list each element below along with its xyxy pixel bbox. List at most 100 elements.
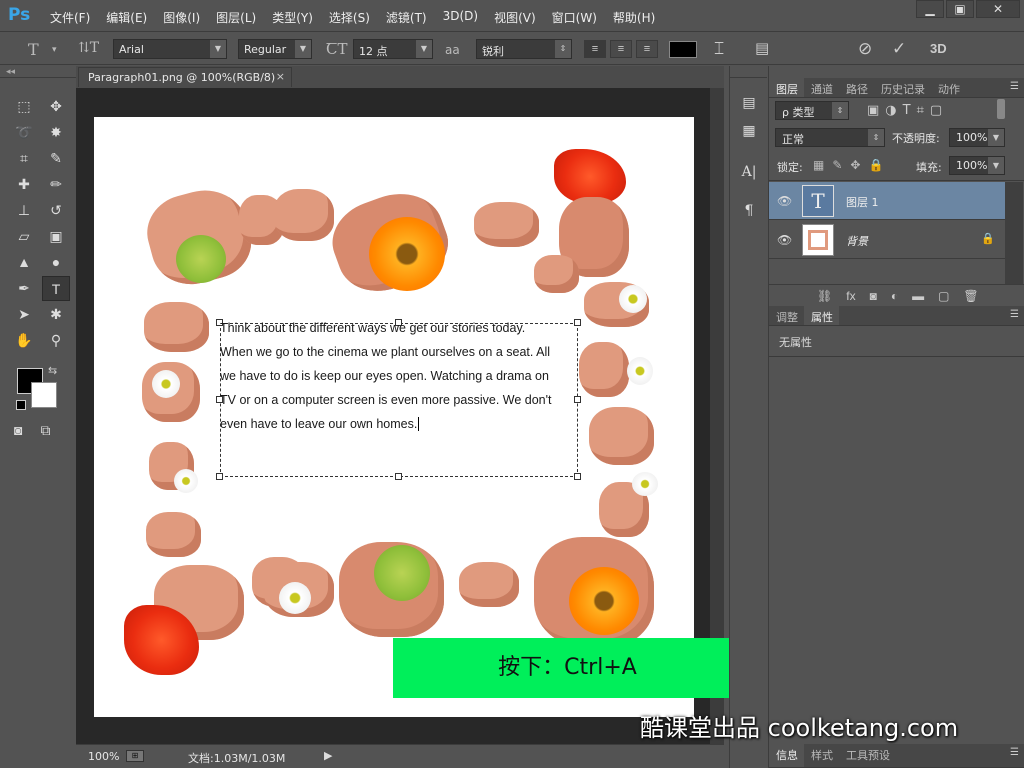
background-color-swatch[interactable]: [31, 382, 57, 408]
text-color-swatch[interactable]: [669, 41, 697, 58]
menu-type[interactable]: 类型(Y): [272, 9, 313, 26]
tool-preset-arrow-icon[interactable]: ▾: [52, 45, 57, 55]
status-menu-arrow-icon[interactable]: ▶: [324, 749, 332, 762]
close-button[interactable]: ✕: [976, 0, 1020, 18]
menu-layer[interactable]: 图层(L): [216, 9, 256, 26]
layer-row-text[interactable]: 👁 T 图层 1: [769, 182, 1005, 220]
character-panel-icon[interactable]: ▤: [755, 39, 769, 57]
tab-styles[interactable]: 样式: [804, 744, 839, 767]
menu-select[interactable]: 选择(S): [329, 9, 370, 26]
lasso-tool-icon[interactable]: ➰: [10, 120, 38, 145]
minimize-button[interactable]: ▁: [916, 0, 944, 18]
opacity-input[interactable]: 100% ▼: [949, 128, 1005, 147]
layers-scrollbar[interactable]: [1005, 182, 1023, 284]
menu-filter[interactable]: 滤镜(T): [386, 9, 427, 26]
pen-tool-icon[interactable]: ✒: [10, 276, 38, 301]
eraser-tool-icon[interactable]: ▱: [10, 224, 38, 249]
resize-handle[interactable]: [216, 473, 223, 480]
link-layers-icon[interactable]: ⛓: [817, 289, 832, 306]
panel-grip[interactable]: [730, 66, 767, 78]
quick-mask-icon[interactable]: ◙: [14, 422, 22, 439]
shape-tool-icon[interactable]: ✱: [42, 302, 70, 327]
text-orientation-icon[interactable]: ⇅T: [78, 40, 99, 56]
history-brush-tool-icon[interactable]: ↺: [42, 198, 70, 223]
filter-toggle[interactable]: [997, 99, 1005, 119]
adjustment-layer-icon[interactable]: ◐: [891, 289, 898, 306]
magic-wand-tool-icon[interactable]: ✸: [42, 120, 70, 145]
image-canvas[interactable]: Think about the different ways we get ou…: [94, 117, 694, 717]
hand-tool-icon[interactable]: ✋: [10, 328, 38, 353]
tab-info[interactable]: 信息: [769, 744, 804, 767]
cancel-icon[interactable]: ⊘: [858, 39, 872, 59]
menu-edit[interactable]: 编辑(E): [106, 9, 147, 26]
resize-handle[interactable]: [395, 473, 402, 480]
history-panel-icon[interactable]: ▤: [736, 92, 762, 114]
add-mask-icon[interactable]: ◙: [870, 289, 877, 306]
tab-layers[interactable]: 图层: [769, 78, 804, 97]
panel-grip[interactable]: ◂◂: [0, 66, 76, 78]
paragraph-panel-icon[interactable]: ¶: [736, 200, 762, 222]
paragraph-text[interactable]: Think about the different ways we get ou…: [220, 316, 582, 436]
3d-icon[interactable]: 3D: [930, 41, 947, 56]
menu-window[interactable]: 窗口(W): [552, 9, 597, 26]
commit-check-icon[interactable]: ✓: [892, 39, 906, 59]
close-tab-icon[interactable]: ×: [276, 70, 285, 83]
lock-options-icons[interactable]: ▦✎✥🔒: [813, 158, 891, 172]
swap-colors-icon[interactable]: ⇆: [48, 364, 57, 377]
font-family-select[interactable]: Arial ▼: [113, 39, 227, 59]
document-tab[interactable]: Paragraph01.png @ 100%(RGB/8) ×: [78, 67, 292, 87]
menu-file[interactable]: 文件(F): [50, 9, 90, 26]
visibility-eye-icon[interactable]: 👁: [777, 194, 792, 208]
clone-stamp-tool-icon[interactable]: ⊥: [10, 198, 38, 223]
layer-kind-filter[interactable]: ρ 类型 ⇕: [775, 101, 849, 120]
screen-mode-icon[interactable]: ⧉: [40, 422, 50, 439]
notes-panel-icon[interactable]: ▦: [736, 120, 762, 142]
marquee-tool-icon[interactable]: ⬚: [10, 94, 38, 119]
dodge-tool-icon[interactable]: ●: [42, 250, 70, 275]
blend-mode-select[interactable]: 正常 ⇕: [775, 128, 885, 147]
align-center-icon[interactable]: ≡: [610, 40, 632, 58]
antialias-select[interactable]: 锐利 ⇕: [476, 39, 572, 59]
panel-menu-icon[interactable]: ☰: [1010, 81, 1019, 92]
menu-3d[interactable]: 3D(D): [443, 9, 478, 26]
tab-tool-presets[interactable]: 工具预设: [839, 744, 896, 767]
layer-name[interactable]: 图层 1: [846, 194, 879, 210]
eyedropper-tool-icon[interactable]: ✎: [42, 146, 70, 171]
brush-tool-icon[interactable]: ✏: [42, 172, 70, 197]
maximize-button[interactable]: ▣: [946, 0, 974, 18]
layer-row-background[interactable]: 👁 背景 🔒: [769, 221, 1005, 259]
panel-menu-icon[interactable]: ☰: [1010, 309, 1019, 320]
type-tool-icon[interactable]: T: [28, 40, 39, 59]
default-colors-icon[interactable]: [16, 400, 26, 410]
layer-filter-icons[interactable]: ▣◑T⌗▢: [867, 103, 948, 118]
tab-properties[interactable]: 属性: [804, 306, 839, 325]
menu-help[interactable]: 帮助(H): [613, 9, 655, 26]
tab-history[interactable]: 历史记录: [874, 78, 931, 97]
gradient-tool-icon[interactable]: ▣: [42, 224, 70, 249]
healing-brush-tool-icon[interactable]: ✚: [10, 172, 38, 197]
tab-channels[interactable]: 通道: [804, 78, 839, 97]
warp-text-icon[interactable]: ⌶: [714, 39, 724, 59]
blur-tool-icon[interactable]: ▲: [10, 250, 38, 275]
panel-menu-icon[interactable]: ☰: [1010, 747, 1019, 758]
new-group-icon[interactable]: ▬: [912, 289, 924, 306]
character-panel-icon[interactable]: A|: [736, 161, 762, 183]
new-layer-icon[interactable]: ▢: [938, 289, 949, 306]
crop-tool-icon[interactable]: ⌗: [10, 146, 38, 171]
align-left-icon[interactable]: ≡: [584, 40, 606, 58]
tab-adjustments[interactable]: 调整: [769, 306, 804, 325]
delete-layer-icon[interactable]: 🗑: [963, 289, 978, 306]
layer-name[interactable]: 背景: [846, 233, 868, 249]
menu-view[interactable]: 视图(V): [494, 9, 536, 26]
font-size-select[interactable]: 12 点 ▼: [353, 39, 433, 59]
zoom-preview-icon[interactable]: ⊞: [126, 750, 144, 762]
font-style-select[interactable]: Regular ▼: [238, 39, 312, 59]
tab-actions[interactable]: 动作: [931, 78, 966, 97]
fill-input[interactable]: 100% ▼: [949, 156, 1005, 175]
fx-icon[interactable]: fx: [846, 289, 855, 306]
zoom-level[interactable]: 100%: [88, 750, 119, 763]
menu-image[interactable]: 图像(I): [163, 9, 200, 26]
resize-handle[interactable]: [574, 473, 581, 480]
visibility-eye-icon[interactable]: 👁: [777, 233, 792, 247]
align-right-icon[interactable]: ≡: [636, 40, 658, 58]
